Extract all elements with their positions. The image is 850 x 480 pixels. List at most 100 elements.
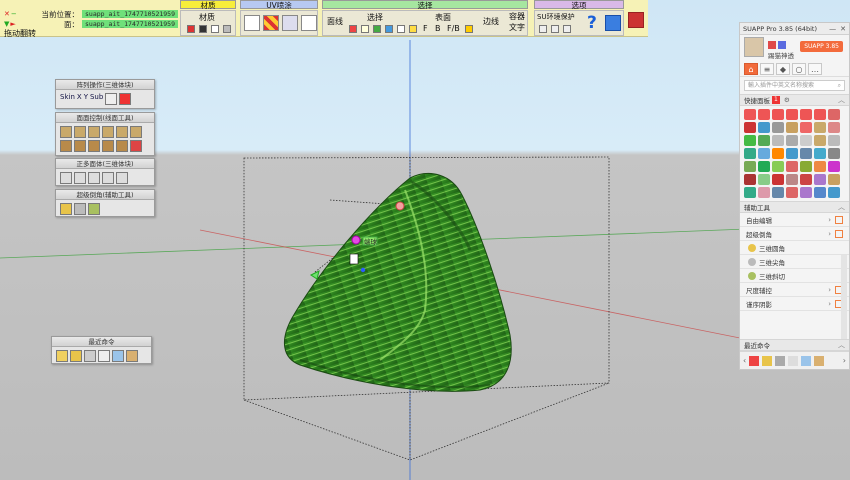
tool-icon[interactable] <box>786 122 798 133</box>
tool-icon[interactable] <box>786 148 798 159</box>
recent-icon-3[interactable] <box>84 350 96 362</box>
green-handle[interactable] <box>310 270 320 280</box>
list-item[interactable]: 尺度辅控 › <box>740 283 849 297</box>
opt-icon-2[interactable] <box>551 25 559 33</box>
erase-icon[interactable] <box>211 25 219 33</box>
uv-arrow-icon[interactable] <box>244 15 260 31</box>
weibo-icon[interactable] <box>768 41 776 49</box>
sketchup-viewport[interactable]: 端球 <box>0 0 850 480</box>
tool-icon[interactable] <box>814 122 826 133</box>
sample-icon[interactable] <box>223 25 231 33</box>
recent-icon-6[interactable] <box>126 350 138 362</box>
plugin-search-input[interactable]: 輸入插件中英文名称搜索 ⌕ <box>744 80 845 91</box>
member-icon[interactable] <box>778 41 786 49</box>
list-item[interactable]: 三维圆角 <box>740 241 849 255</box>
surf-icon-8[interactable] <box>74 140 86 152</box>
face-value[interactable]: suapp_ait_1747710521959 <box>82 20 179 28</box>
surf-icon-7[interactable] <box>60 140 72 152</box>
tool-icon[interactable] <box>772 148 784 159</box>
env-protect-label[interactable]: SU环境保护 <box>537 12 575 22</box>
list-item[interactable]: 三维斜切 <box>740 269 849 283</box>
tool-icon[interactable] <box>800 174 812 185</box>
tool-icon[interactable] <box>772 122 784 133</box>
tool-icon[interactable] <box>828 135 840 146</box>
skin-button[interactable]: Skin <box>60 93 75 105</box>
chevron-up-icon[interactable]: ︿ <box>838 95 845 105</box>
tool-icon[interactable] <box>828 109 840 120</box>
tool-icon[interactable] <box>758 187 770 198</box>
more-tab-icon[interactable]: … <box>808 63 822 75</box>
eye-icon[interactable] <box>409 25 417 33</box>
3d-scene[interactable]: 端球 <box>0 0 850 480</box>
tool-icon[interactable] <box>772 161 784 172</box>
y-button[interactable]: Y <box>84 93 88 105</box>
tool-icon[interactable] <box>814 174 826 185</box>
tool-icon[interactable] <box>758 174 770 185</box>
recent-icon-2[interactable] <box>70 350 82 362</box>
tool-icon[interactable] <box>758 148 770 159</box>
surf-icon-10[interactable] <box>102 140 114 152</box>
tool-icon[interactable] <box>744 187 756 198</box>
tool-icon[interactable] <box>786 161 798 172</box>
tool-icon[interactable] <box>744 148 756 159</box>
recent-icon-4[interactable] <box>98 350 110 362</box>
recent-header[interactable]: 最近命令 ︿ <box>740 339 849 351</box>
quick-panel-header[interactable]: 快捷面板 1 ⚙ ︿ <box>740 94 849 106</box>
tool-icon[interactable] <box>800 187 812 198</box>
pin-icon[interactable] <box>835 229 843 238</box>
surf-icon-4[interactable] <box>102 126 114 138</box>
face-line-label[interactable]: 面线 <box>327 16 343 27</box>
tool-icon[interactable] <box>772 187 784 198</box>
magenta-handle[interactable] <box>351 235 361 245</box>
sel-icon-1[interactable] <box>349 25 357 33</box>
tool-icon[interactable] <box>772 174 784 185</box>
surf-icon-11[interactable] <box>116 140 128 152</box>
bucket-tab-icon[interactable]: ◆ <box>776 63 790 75</box>
chamfer-icon[interactable] <box>74 203 86 215</box>
opt-icon-1[interactable] <box>539 25 547 33</box>
material-label[interactable]: 材质 <box>199 12 215 23</box>
pick-icon[interactable] <box>187 25 195 33</box>
recent-tool-icon[interactable] <box>749 355 760 366</box>
tool-icon[interactable] <box>786 187 798 198</box>
recent-icon-1[interactable] <box>56 350 68 362</box>
tool-icon[interactable] <box>800 122 812 133</box>
tool-icon[interactable] <box>828 122 840 133</box>
surf-icon-9[interactable] <box>88 140 100 152</box>
chevron-up-icon[interactable]: ︿ <box>838 202 845 212</box>
surf-icon-3[interactable] <box>88 126 100 138</box>
tool-icon[interactable] <box>814 161 826 172</box>
surf-icon-5[interactable] <box>116 126 128 138</box>
tool-icon[interactable] <box>758 135 770 146</box>
octa-icon[interactable] <box>88 172 100 184</box>
recent-tool-icon[interactable] <box>775 355 786 366</box>
uv-house-icon[interactable] <box>282 15 298 31</box>
stop-icon[interactable] <box>119 93 132 105</box>
container-label[interactable]: 容器 <box>509 11 525 22</box>
tool-icon[interactable] <box>758 109 770 120</box>
drag-flip-label[interactable]: 拖动翻转 <box>4 28 36 39</box>
play-icon[interactable] <box>105 93 118 105</box>
tool-icon[interactable] <box>786 135 798 146</box>
pin-icon[interactable] <box>835 215 843 224</box>
recent-tool-icon[interactable] <box>762 355 773 366</box>
sel-icon-2[interactable] <box>361 25 369 33</box>
aux-tools-header[interactable]: 辅助工具 ︿ <box>740 201 849 213</box>
tool-icon[interactable] <box>744 174 756 185</box>
tool-icon[interactable] <box>758 161 770 172</box>
bevel-icon[interactable] <box>88 203 100 215</box>
tool-icon[interactable] <box>744 161 756 172</box>
exit-icon[interactable] <box>628 12 644 28</box>
sel-icon-3[interactable] <box>373 25 381 33</box>
tool-icon[interactable] <box>772 135 784 146</box>
pink-handle[interactable] <box>395 201 405 211</box>
minimize-icon[interactable]: — <box>829 25 836 33</box>
sel-icon-4[interactable] <box>385 25 393 33</box>
surf-icon-1[interactable] <box>60 126 72 138</box>
tool-icon[interactable] <box>800 161 812 172</box>
icosa-icon[interactable] <box>116 172 128 184</box>
tool-icon[interactable] <box>814 109 826 120</box>
surf-icon-2[interactable] <box>74 126 86 138</box>
close-icon[interactable]: ✕ <box>840 25 846 33</box>
dodeca-icon[interactable] <box>102 172 114 184</box>
